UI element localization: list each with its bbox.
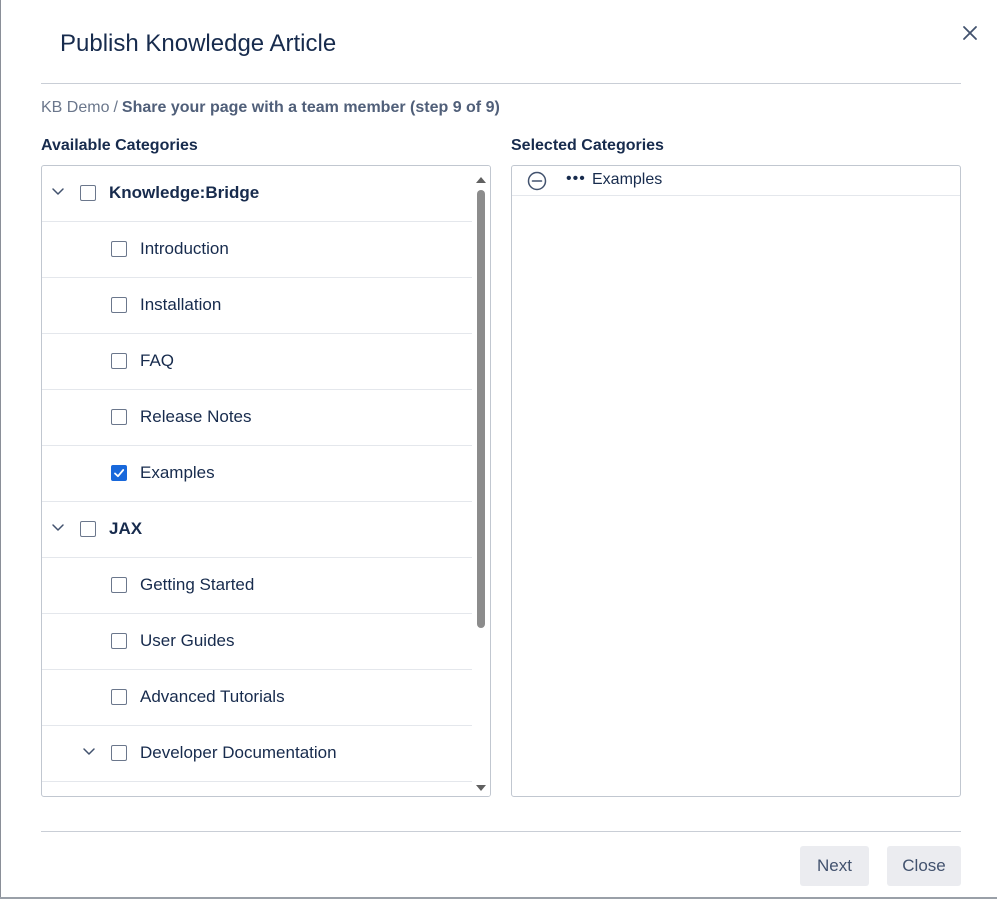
window-edge xyxy=(0,0,1,899)
chevron-down-icon[interactable] xyxy=(81,744,97,760)
checkbox[interactable] xyxy=(111,297,127,313)
checkbox[interactable] xyxy=(111,241,127,257)
tree-item-label: Getting Started xyxy=(140,575,255,594)
tree-row[interactable]: FAQ xyxy=(42,334,472,390)
selected-item: ••• Examples xyxy=(512,166,960,196)
tree-item-label: User Guides xyxy=(140,631,235,650)
checkbox[interactable] xyxy=(111,577,127,593)
chevron-down-icon[interactable] xyxy=(50,520,66,536)
scroll-up-arrow-icon[interactable] xyxy=(476,172,486,183)
footer-divider xyxy=(41,831,961,832)
tree-item-label: Examples xyxy=(140,463,215,482)
dialog-title: Publish Knowledge Article xyxy=(60,30,337,57)
checkbox[interactable] xyxy=(111,689,127,705)
selected-categories-title: Selected Categories xyxy=(511,137,664,154)
tree-item-label: Advanced Tutorials xyxy=(140,687,285,706)
checkbox-checked[interactable] xyxy=(111,465,127,481)
selected-item-label: Examples xyxy=(592,171,663,188)
scrollbar-thumb[interactable] xyxy=(477,190,485,628)
tree-item-label: Introduction xyxy=(140,239,229,258)
checkbox[interactable] xyxy=(80,185,96,201)
close-icon[interactable] xyxy=(958,21,982,45)
checkbox[interactable] xyxy=(111,633,127,649)
ellipsis-icon: ••• xyxy=(566,170,586,187)
tree-row[interactable]: Developer Documentation xyxy=(42,726,472,782)
tree-item-label: Knowledge:Bridge xyxy=(109,183,260,202)
check-icon xyxy=(114,469,125,478)
checkbox[interactable] xyxy=(111,745,127,761)
tree-item-label: FAQ xyxy=(140,351,175,370)
tree-item-label: Developer Documentation xyxy=(140,743,337,762)
tree-row[interactable]: Examples xyxy=(42,446,472,502)
tree-item-label: Release Notes xyxy=(140,407,252,426)
tree-item-label: Installation xyxy=(140,295,222,314)
next-button[interactable]: Next xyxy=(800,846,869,886)
scroll-down-arrow-icon[interactable] xyxy=(476,780,486,791)
tree-row[interactable]: User Guides xyxy=(42,614,472,670)
breadcrumb-current: Share your page with a team member (step… xyxy=(121,99,500,116)
tree-item-label: JAX xyxy=(109,519,143,538)
selected-categories-panel: ••• Examples xyxy=(511,165,961,797)
breadcrumb: KB Demo / Share your page with a team memb… xyxy=(41,99,500,117)
remove-circle-icon[interactable] xyxy=(527,171,547,191)
tree-scrollbar[interactable] xyxy=(472,166,490,796)
available-categories-panel[interactable]: Knowledge:Bridge Introduction Installation… xyxy=(41,165,491,797)
breadcrumb-root[interactable]: KB Demo xyxy=(41,99,109,116)
tree-row[interactable]: Installation xyxy=(42,278,472,334)
available-categories-title: Available Categories xyxy=(41,137,198,154)
tree-row[interactable]: Release Notes xyxy=(42,390,472,446)
tree-row[interactable]: Advanced Tutorials xyxy=(42,670,472,726)
checkbox[interactable] xyxy=(80,521,96,537)
checkbox[interactable] xyxy=(111,353,127,369)
checkbox[interactable] xyxy=(111,409,127,425)
tree-row[interactable]: Introduction xyxy=(42,222,472,278)
breadcrumb-separator: / xyxy=(113,99,118,116)
tree-row[interactable]: Getting Started xyxy=(42,558,472,614)
chevron-down-icon[interactable] xyxy=(50,184,66,200)
tree-row[interactable]: Knowledge:Bridge xyxy=(42,166,472,222)
header-divider xyxy=(41,83,961,84)
close-button[interactable]: Close xyxy=(887,846,961,886)
tree-row[interactable]: JAX xyxy=(42,502,472,558)
